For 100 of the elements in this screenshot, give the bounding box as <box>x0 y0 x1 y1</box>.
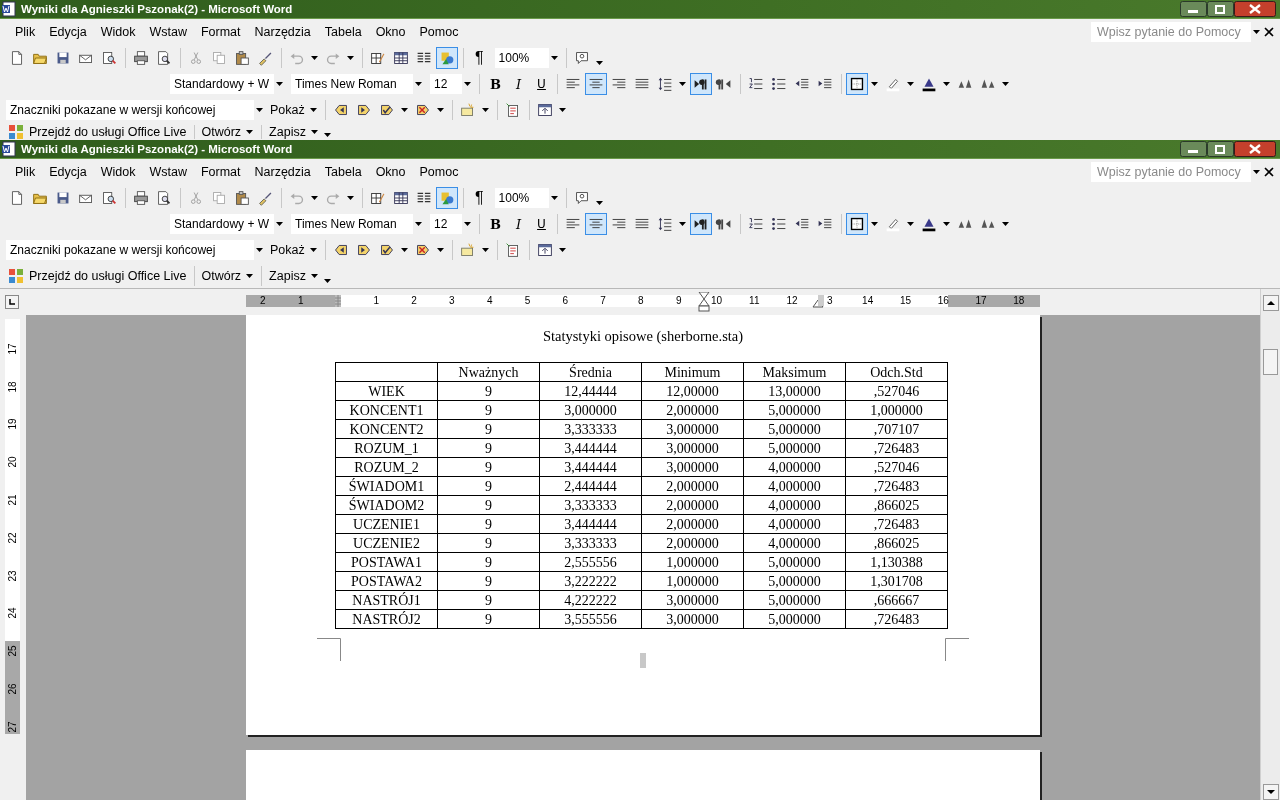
caret-icon[interactable] <box>436 108 444 112</box>
vertical-scrollbar[interactable] <box>1260 289 1280 800</box>
caret-icon[interactable] <box>311 196 318 200</box>
caret-icon[interactable] <box>907 82 914 86</box>
menu-item[interactable]: Tabela <box>317 163 369 181</box>
zoom-combo[interactable]: 100% <box>494 188 549 208</box>
menu-item[interactable]: Wstaw <box>142 163 194 181</box>
caret-icon[interactable] <box>943 222 950 226</box>
align-center-icon[interactable] <box>585 73 607 95</box>
toolbar-menu-button[interactable]: Zapisz <box>266 265 309 287</box>
style-combo[interactable]: Standardowy + W <box>170 214 274 234</box>
text-style-button[interactable]: U <box>530 213 553 235</box>
toolbar-menu-button[interactable]: Otwórz <box>198 124 245 140</box>
caret-icon[interactable] <box>558 248 566 252</box>
caret-icon[interactable] <box>246 274 254 278</box>
close-button[interactable] <box>1234 141 1276 157</box>
menu-item[interactable]: Widok <box>93 23 143 41</box>
scroll-down-button[interactable] <box>1262 784 1279 800</box>
caret-icon[interactable] <box>276 222 283 226</box>
caret-icon[interactable] <box>246 130 254 134</box>
text-style-button[interactable]: U <box>530 73 553 95</box>
borders-icon[interactable] <box>846 73 868 95</box>
menu-item[interactable]: Plik <box>8 23 43 41</box>
menu-item[interactable]: Narzędzia <box>247 163 318 181</box>
margin-marker-icon[interactable] <box>335 295 342 307</box>
show-formatting-button[interactable]: ¶ <box>468 187 491 209</box>
hourglass-marker-icon[interactable] <box>698 292 710 312</box>
caret-icon[interactable] <box>276 82 283 86</box>
restore-button[interactable] <box>1207 1 1234 17</box>
font-combo[interactable]: Times New Roman <box>291 214 413 234</box>
caret-icon[interactable] <box>1002 82 1009 86</box>
caret-icon[interactable] <box>311 56 318 60</box>
menu-item[interactable]: Pomoc <box>412 163 466 181</box>
caret-icon[interactable] <box>595 61 603 65</box>
caret-icon[interactable] <box>1253 30 1260 34</box>
align-center-icon[interactable] <box>585 213 607 235</box>
menu-item[interactable]: Wstaw <box>142 23 194 41</box>
caret-icon[interactable] <box>436 248 444 252</box>
help-question-field[interactable]: Wpisz pytanie do Pomocy <box>1091 162 1251 182</box>
menu-item[interactable]: Format <box>193 23 248 41</box>
menu-item[interactable]: Pomoc <box>412 23 466 41</box>
minimize-button[interactable] <box>1180 141 1207 157</box>
caret-icon[interactable] <box>558 108 566 112</box>
caret-icon[interactable] <box>415 222 422 226</box>
markup-view-combo[interactable]: Znaczniki pokazane w wersji końcowej <box>6 100 254 120</box>
close-button[interactable] <box>1234 1 1276 17</box>
caret-icon[interactable] <box>347 196 354 200</box>
menu-item[interactable]: Okno <box>368 23 413 41</box>
show-menu-button[interactable]: Pokaż <box>267 99 308 121</box>
toolbar-menu-button[interactable]: Zapisz <box>266 124 309 140</box>
menu-item[interactable]: Plik <box>8 163 43 181</box>
text-style-button[interactable]: B <box>484 73 507 95</box>
close-icon[interactable] <box>1264 27 1274 37</box>
style-combo[interactable]: Standardowy + W <box>170 74 274 94</box>
scrollbar-thumb[interactable] <box>1263 349 1278 375</box>
four-squares-icon[interactable] <box>8 124 24 140</box>
left-to-right-icon[interactable] <box>690 213 712 235</box>
caret-icon[interactable] <box>871 222 878 226</box>
scroll-up-button[interactable] <box>1262 295 1279 311</box>
toolbar-menu-button[interactable]: Otwórz <box>198 265 245 287</box>
left-to-right-icon[interactable] <box>690 73 712 95</box>
markup-view-combo[interactable]: Znaczniki pokazane w wersji końcowej <box>6 240 254 260</box>
caret-icon[interactable] <box>907 222 914 226</box>
caret-icon[interactable] <box>309 248 317 252</box>
indent-marker-icon[interactable] <box>812 294 824 308</box>
menu-item[interactable]: Narzędzia <box>247 23 318 41</box>
font-size-combo[interactable]: 12 <box>430 74 462 94</box>
caret-icon[interactable] <box>481 108 489 112</box>
caret-icon[interactable] <box>464 222 471 226</box>
caret-icon[interactable] <box>347 56 354 60</box>
text-style-button[interactable]: I <box>507 73 530 95</box>
menu-item[interactable]: Edycja <box>42 163 94 181</box>
menu-item[interactable]: Okno <box>368 163 413 181</box>
toolbar-menu-button[interactable]: Przejdź do usługi Office Live <box>26 265 190 287</box>
text-style-button[interactable]: I <box>507 213 530 235</box>
menu-item[interactable]: Edycja <box>42 23 94 41</box>
caret-icon[interactable] <box>464 82 471 86</box>
borders-icon[interactable] <box>846 213 868 235</box>
help-question-field[interactable]: Wpisz pytanie do Pomocy <box>1091 22 1251 42</box>
caret-icon[interactable] <box>550 56 558 60</box>
four-squares-icon[interactable] <box>8 268 24 284</box>
caret-icon[interactable] <box>679 82 686 86</box>
menu-item[interactable]: Widok <box>93 163 143 181</box>
zoom-combo[interactable]: 100% <box>494 48 549 68</box>
show-menu-button[interactable]: Pokaż <box>267 239 308 261</box>
caret-icon[interactable] <box>1002 222 1009 226</box>
caret-icon[interactable] <box>256 108 263 112</box>
close-icon[interactable] <box>1264 167 1274 177</box>
text-style-button[interactable]: B <box>484 213 507 235</box>
minimize-button[interactable] <box>1180 1 1207 17</box>
caret-icon[interactable] <box>679 222 686 226</box>
caret-icon[interactable] <box>943 82 950 86</box>
caret-icon[interactable] <box>400 108 408 112</box>
caret-icon[interactable] <box>415 82 422 86</box>
menu-item[interactable]: Tabela <box>317 23 369 41</box>
show-formatting-button[interactable]: ¶ <box>468 47 491 69</box>
caret-icon[interactable] <box>550 196 558 200</box>
caret-icon[interactable] <box>595 201 603 205</box>
toolbar-menu-button[interactable]: Przejdź do usługi Office Live <box>26 124 190 140</box>
font-combo[interactable]: Times New Roman <box>291 74 413 94</box>
